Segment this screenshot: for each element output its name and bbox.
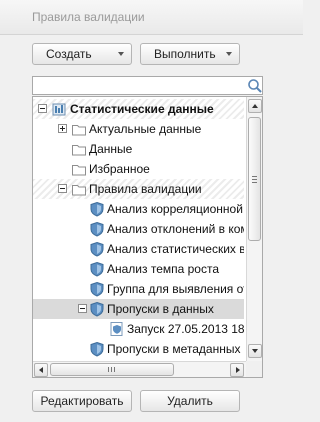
create-button[interactable]: Создать [32, 43, 132, 65]
tree-item[interactable]: Актуальные данные [33, 119, 244, 139]
shield-icon [90, 241, 104, 257]
shield-icon [90, 221, 104, 237]
run-button-label: Выполнить [154, 47, 216, 61]
tree-item[interactable]: Пропуски в метаданных [33, 339, 244, 359]
tree-item-label: Актуальные данные [89, 122, 202, 136]
tree-item-label: Группа для выявления откл [107, 282, 244, 296]
run-result-icon [110, 322, 123, 336]
tree-item-label: Статистические данные [70, 102, 214, 116]
tree-item[interactable]: Анализ статистических выб [33, 239, 244, 259]
tree-item[interactable]: Правила валидации [33, 179, 244, 199]
chevron-right-icon [236, 367, 240, 373]
create-button-label: Создать [46, 47, 92, 61]
horizontal-scrollbar[interactable] [33, 361, 246, 377]
tree-item[interactable]: Анализ темпа роста [33, 259, 244, 279]
shield-icon [90, 301, 104, 317]
create-dropdown-arrow-icon [118, 52, 124, 56]
scrollbar-corner [246, 361, 262, 377]
tree-item-label: Пропуски в метаданных [107, 342, 241, 356]
tree-item[interactable]: Избранное [33, 159, 244, 179]
tree-item[interactable]: Анализ корреляционной з [33, 199, 244, 219]
vertical-scrollbar[interactable] [246, 97, 262, 361]
run-dropdown-arrow-icon [226, 52, 232, 56]
grip-line [114, 367, 115, 372]
run-button[interactable]: Выполнить [140, 43, 240, 65]
tree-item-label: Анализ отклонений в комп [107, 222, 244, 236]
shield-icon [90, 201, 104, 217]
tree-item[interactable]: Данные [33, 139, 244, 159]
tree-item[interactable]: Группа для выявления откл [33, 279, 244, 299]
edit-button-label: Редактировать [40, 394, 124, 408]
scroll-up-button[interactable] [248, 99, 262, 113]
expand-icon[interactable] [58, 124, 67, 133]
tree-item-label: Анализ статистических выб [107, 242, 244, 256]
delete-button-label: Удалить [167, 394, 213, 408]
search-icon[interactable] [247, 78, 263, 94]
tree-item-label: Пропуски в данных [107, 302, 214, 316]
scroll-down-button[interactable] [248, 344, 262, 358]
horizontal-scroll-thumb[interactable] [50, 363, 174, 376]
tree-item-label: Запуск 27.05.2013 18:21: [127, 322, 244, 336]
chevron-left-icon [39, 367, 43, 373]
chevron-down-icon [252, 349, 258, 353]
folder-icon [72, 185, 86, 196]
tree-item-label: Анализ корреляционной з [107, 202, 244, 216]
grip-line [252, 182, 257, 183]
delete-button[interactable]: Удалить [140, 390, 240, 412]
scroll-right-button[interactable] [230, 363, 244, 377]
tree-item[interactable]: Статистические данные [33, 99, 244, 119]
tree-item[interactable]: Пропуски в данных [33, 299, 244, 319]
database-icon [52, 103, 66, 116]
tree-view[interactable]: Статистические данные Актуальные данные Да… [32, 96, 263, 378]
collapse-icon[interactable] [78, 304, 87, 313]
chevron-up-icon [252, 104, 258, 108]
panel-header: Правила валидации [0, 0, 303, 35]
shield-icon [90, 281, 104, 297]
tree-item-label: Анализ темпа роста [107, 262, 220, 276]
folder-icon [72, 165, 86, 176]
grip-line [111, 367, 112, 372]
tree-item-label: Избранное [89, 162, 150, 176]
shield-icon [90, 261, 104, 277]
vertical-scroll-thumb[interactable] [248, 117, 261, 241]
collapse-icon[interactable] [38, 104, 47, 113]
folder-icon [72, 145, 86, 156]
tree-item[interactable]: Анализ отклонений в комп [33, 219, 244, 239]
grip-line [252, 176, 257, 177]
folder-icon [72, 125, 86, 136]
panel-title: Правила валидации [32, 10, 145, 24]
grip-line [252, 179, 257, 180]
shield-icon [90, 341, 104, 357]
tree-item[interactable]: Запуск 27.05.2013 18:21: [33, 319, 244, 339]
tree-item-label: Правила валидации [89, 182, 202, 196]
collapse-icon[interactable] [58, 184, 67, 193]
search-input[interactable] [32, 76, 263, 95]
edit-button[interactable]: Редактировать [32, 390, 132, 412]
grip-line [108, 367, 109, 372]
scroll-left-button[interactable] [34, 363, 48, 377]
tree-item-label: Данные [89, 142, 133, 156]
